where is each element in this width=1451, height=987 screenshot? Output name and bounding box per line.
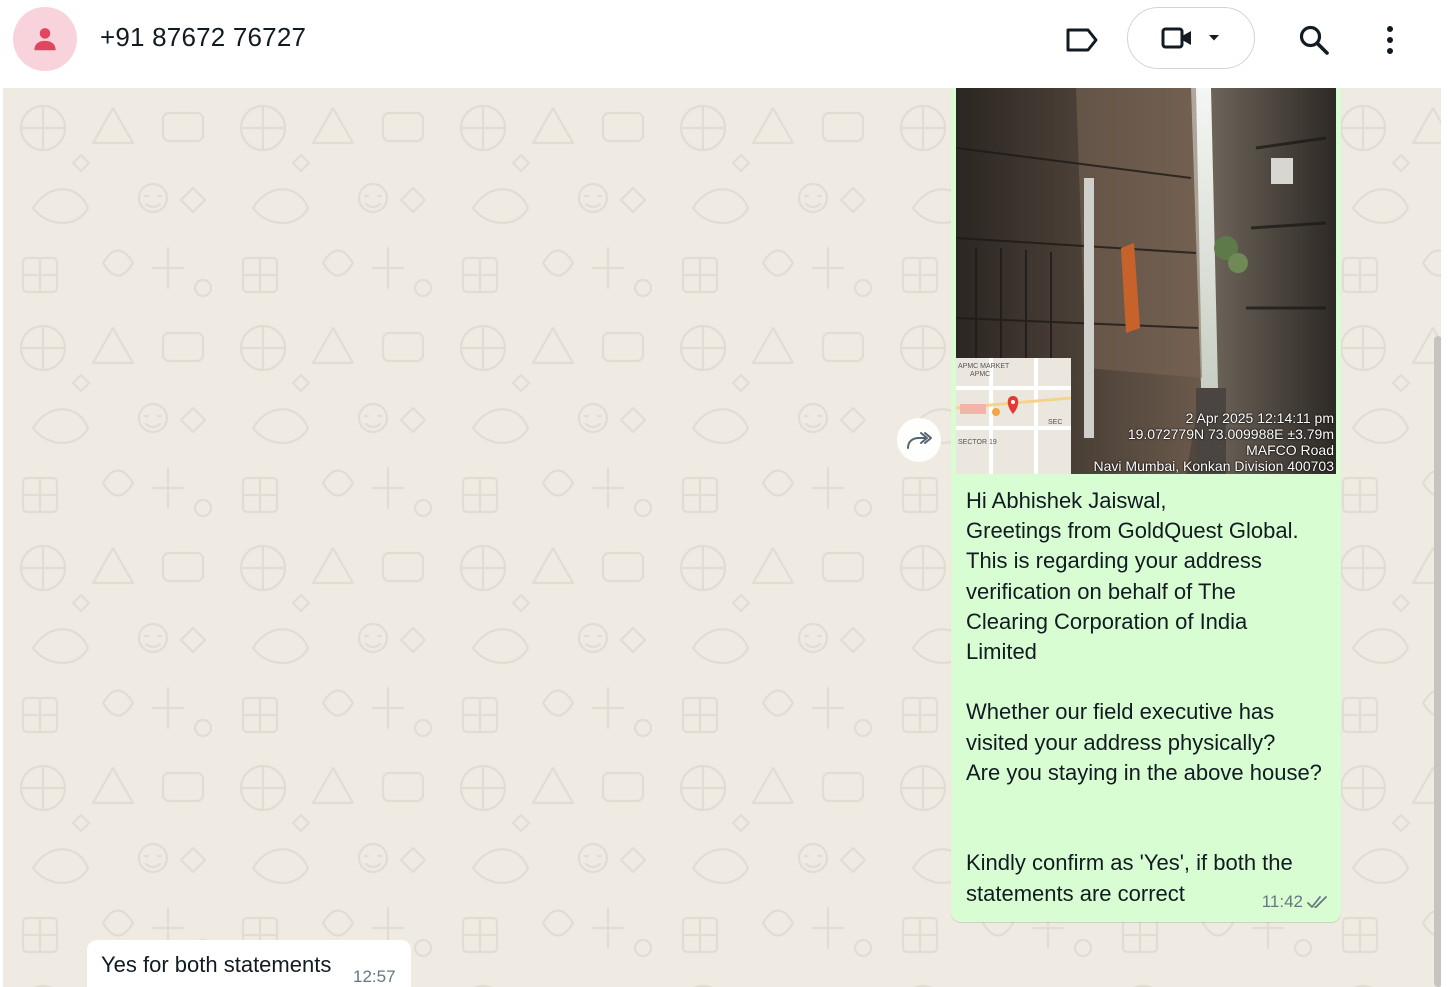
contact-name[interactable]: +91 87672 76727 <box>100 22 306 53</box>
double-check-icon <box>1307 896 1327 908</box>
map-thumbnail: APMC MARKET APMC SECTOR 19 SEC <box>956 358 1071 474</box>
message-line: Are you staying in the above house? <box>966 759 1322 785</box>
forward-icon <box>907 432 932 449</box>
map-label: SEC <box>1048 419 1062 426</box>
geotag-locality: Navi Mumbai, Konkan Division 400703 <box>1093 458 1334 474</box>
label-button[interactable] <box>1060 18 1104 62</box>
more-options-button[interactable] <box>1368 18 1412 62</box>
video-call-button[interactable] <box>1127 7 1255 69</box>
geotag-datetime: 2 Apr 2025 12:14:11 pm <box>1185 410 1334 426</box>
video-call-icon <box>1161 27 1191 49</box>
message-time: 12:57 <box>353 967 396 986</box>
message-line: verification on behalf of The <box>966 578 1236 604</box>
map-label: SECTOR 19 <box>958 439 997 446</box>
message-line: This is regarding your address <box>966 548 1262 574</box>
chat-header: +91 87672 76727 <box>0 0 1451 88</box>
contact-avatar[interactable] <box>13 7 77 71</box>
message-line: Whether our field executive has <box>966 699 1275 725</box>
message-line: Greetings from GoldQuest Global. <box>966 518 1299 544</box>
message-line: Hi Abhishek Jaiswal, <box>966 488 1167 513</box>
chat-scrollbar[interactable] <box>1434 336 1441 987</box>
geotag-coordinates: 19.072779N 73.009988E ±3.79m <box>1127 426 1334 442</box>
message-time: 11:42 <box>1261 892 1303 911</box>
map-label: APMC MARKET <box>958 363 1010 370</box>
more-vertical-icon <box>1387 26 1393 54</box>
whatsapp-chat-window: +91 87672 76727 APMC MARKET APMC SECTOR … <box>0 0 1451 987</box>
forward-button[interactable] <box>897 418 941 462</box>
incoming-message[interactable]: Yes for both statements 12:57 <box>87 940 411 987</box>
photo-geotag: 2 Apr 2025 12:14:11 pm 19.072779N 73.009… <box>1094 410 1334 474</box>
search-button[interactable] <box>1292 18 1336 62</box>
search-icon <box>1299 25 1329 55</box>
message-line: Kindly confirm as 'Yes', if both the <box>966 850 1293 876</box>
outgoing-message-meta: 11:42 <box>1262 892 1331 912</box>
message-line: Limited <box>966 639 1037 665</box>
map-label: APMC <box>970 371 990 378</box>
dropdown-caret-icon <box>1209 35 1219 41</box>
message-line: Clearing Corporation of India <box>966 608 1248 634</box>
incoming-message-text: Yes for both statements <box>101 952 332 977</box>
outgoing-message-text: Hi Abhishek Jaiswal, Greetings from Gold… <box>966 486 1331 909</box>
outgoing-message[interactable]: APMC MARKET APMC SECTOR 19 SEC 2 Apr 202… <box>951 88 1341 922</box>
person-icon <box>34 28 56 51</box>
geotag-road: MAFCO Road <box>1246 442 1334 458</box>
message-line: visited your address physically? <box>966 729 1276 755</box>
label-icon <box>1066 28 1098 52</box>
message-list[interactable]: APMC MARKET APMC SECTOR 19 SEC 2 Apr 202… <box>3 88 1441 987</box>
message-photo[interactable]: APMC MARKET APMC SECTOR 19 SEC 2 Apr 202… <box>956 88 1336 474</box>
location-minimap: APMC MARKET APMC SECTOR 19 SEC <box>956 358 1071 474</box>
